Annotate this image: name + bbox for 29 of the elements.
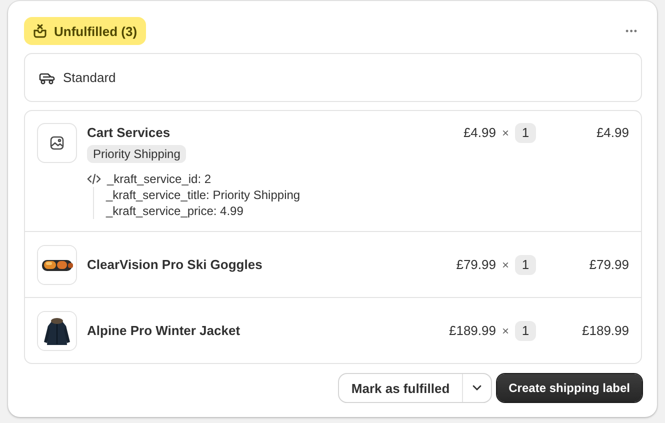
item-property: _kraft_service_price: 4.99: [93, 203, 300, 219]
variant-tag: Priority Shipping: [87, 145, 186, 163]
item-property: _kraft_service_id: 2: [107, 171, 212, 187]
truck-icon: [39, 70, 55, 84]
times-sign: ×: [502, 125, 509, 142]
package-icon: [32, 23, 48, 39]
line-total: £189.99: [581, 322, 629, 340]
line-total: £4.99: [595, 124, 629, 142]
create-shipping-label-button[interactable]: Create shipping label: [496, 374, 642, 402]
unit-price: £4.99: [463, 124, 496, 142]
times-sign: ×: [502, 256, 509, 274]
item-name: ClearVision Pro Ski Goggles: [87, 256, 264, 274]
line-total: £79.99: [588, 256, 629, 274]
image-placeholder-icon: [49, 135, 65, 151]
chevron-down-icon: [472, 385, 482, 391]
unit-price: £79.99: [456, 256, 496, 274]
delivery-method: Standard: [63, 70, 116, 85]
quantity-badge: 1: [515, 254, 536, 274]
unit-price: £189.99: [448, 322, 496, 340]
more-actions-button[interactable]: •••: [622, 22, 642, 40]
times-sign: ×: [502, 322, 509, 340]
quantity-badge: 1: [515, 123, 536, 143]
mark-fulfilled-button[interactable]: Mark as fulfilled: [339, 374, 463, 402]
item-property: _kraft_service_title: Priority Shipping: [93, 187, 300, 203]
item-name: Cart Services: [87, 124, 172, 142]
quantity-badge: 1: [515, 320, 536, 340]
item-name: Alpine Pro Winter Jacket: [87, 322, 242, 340]
status-label: Unfulfilled (3): [54, 24, 138, 38]
code-icon: [87, 173, 101, 185]
